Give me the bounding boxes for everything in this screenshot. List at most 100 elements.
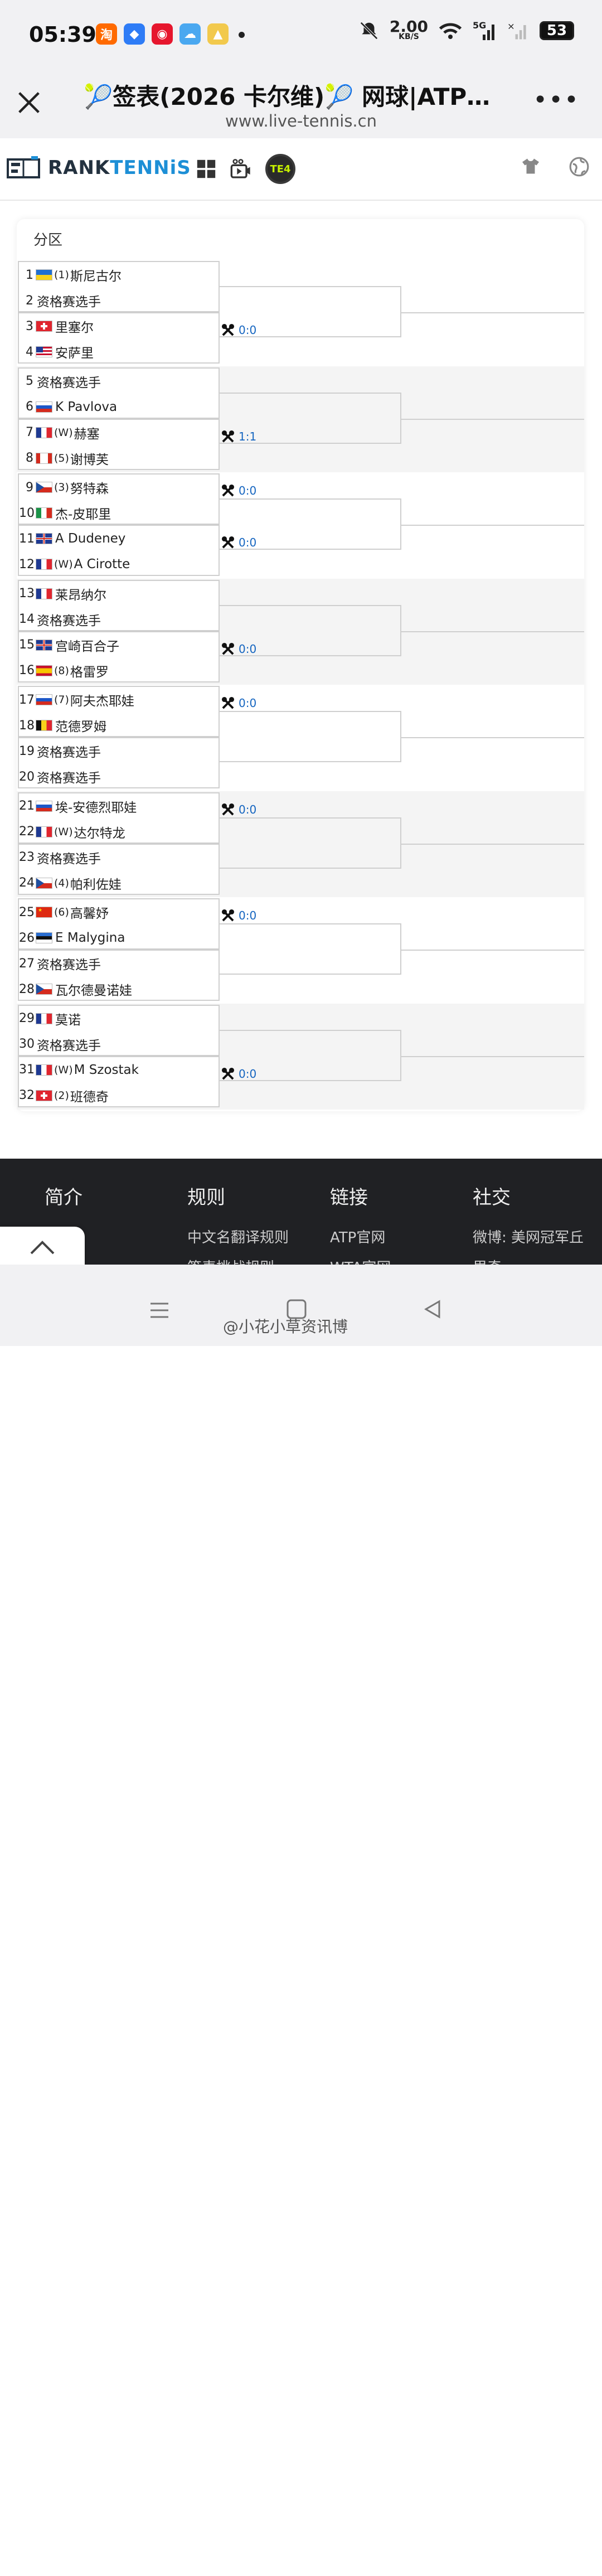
player-name[interactable]: 资格赛选手 — [37, 767, 101, 786]
player-row[interactable]: 22 (W) 达尔特龙 — [19, 819, 219, 845]
footer-link[interactable]: ATP官网 — [330, 1223, 391, 1253]
match-score[interactable]: 0:0 — [221, 323, 256, 337]
scroll-top-button[interactable] — [0, 1227, 85, 1270]
recents-menu-icon[interactable] — [148, 1299, 171, 1321]
player-row[interactable]: 4 安萨里 — [19, 339, 219, 365]
player-name[interactable]: A Dudeney — [55, 531, 125, 546]
player-name[interactable]: M Szostak — [74, 1063, 139, 1077]
player-name[interactable]: 宫崎百合子 — [55, 636, 119, 655]
player-row[interactable]: 19 资格赛选手 — [19, 738, 219, 764]
globe-icon[interactable] — [569, 156, 590, 177]
match-box[interactable]: 27 资格赛选手 28 瓦尔德曼诺娃 — [18, 950, 220, 1001]
match-box[interactable]: 31 (W) M Szostak 32 (2) 班德奇 — [18, 1055, 220, 1108]
site-logo[interactable]: RANKTENNiS — [7, 156, 191, 180]
player-row[interactable]: 18 范德罗姆 — [19, 713, 219, 738]
player-name[interactable]: 资格赛选手 — [37, 372, 101, 391]
player-row[interactable]: 23 资格赛选手 — [19, 845, 219, 870]
player-name[interactable]: E Malygina — [55, 931, 125, 945]
match-score[interactable]: 0:0 — [221, 696, 256, 710]
player-row[interactable]: 28 瓦尔德曼诺娃 — [19, 976, 219, 1002]
player-row[interactable]: 3 里塞尔 — [19, 313, 219, 339]
player-row[interactable]: 9 (3) 努特森 — [19, 474, 219, 500]
match-box[interactable]: 21 埃-安德烈耶娃 22 (W) 达尔特龙 — [18, 792, 220, 844]
player-name[interactable]: K Pavlova — [55, 400, 117, 414]
player-row[interactable]: 17 (7) 阿夫杰耶娃 — [19, 687, 219, 713]
match-box[interactable]: 1 (1) 斯尼古尔 2 资格赛选手 — [18, 261, 220, 312]
player-row[interactable]: 15 宫崎百合子 — [19, 632, 219, 658]
match-box[interactable]: 5 资格赛选手 6 K Pavlova — [18, 367, 220, 419]
match-box[interactable]: 3 里塞尔 4 安萨里 — [18, 312, 220, 364]
match-box[interactable]: 29 莫诺 30 资格赛选手 — [18, 1004, 220, 1057]
player-name[interactable]: 努特森 — [70, 478, 109, 497]
player-name[interactable]: 埃-安德烈耶娃 — [55, 797, 137, 816]
player-name[interactable]: 帕利佐娃 — [70, 874, 122, 893]
player-name[interactable]: 莱昂纳尔 — [55, 584, 106, 603]
player-row[interactable]: 1 (1) 斯尼古尔 — [19, 262, 219, 288]
player-row[interactable]: 6 K Pavlova — [19, 394, 219, 420]
player-name[interactable]: 达尔特龙 — [74, 822, 125, 841]
page-url[interactable]: www.live-tennis.cn — [0, 112, 602, 130]
player-row[interactable]: 20 资格赛选手 — [19, 764, 219, 790]
player-name[interactable]: 资格赛选手 — [37, 291, 101, 310]
footer-link[interactable]: 微博: 美网冠军丘 — [473, 1223, 584, 1253]
player-row[interactable]: 31 (W) M Szostak — [19, 1057, 219, 1083]
match-box[interactable]: 17 (7) 阿夫杰耶娃 18 范德罗姆 — [18, 686, 220, 737]
player-name[interactable]: 杰-皮耶里 — [55, 503, 111, 522]
player-row[interactable]: 30 资格赛选手 — [19, 1032, 219, 1057]
more-menu-icon[interactable]: ••• — [533, 88, 580, 113]
menu-icon[interactable] — [148, 2554, 171, 2576]
match-box[interactable]: 19 资格赛选手 20 资格赛选手 — [18, 737, 220, 788]
player-row[interactable]: 13 莱昂纳尔 — [19, 581, 219, 607]
player-row[interactable]: 2 资格赛选手 — [19, 288, 219, 313]
player-name[interactable]: 谢博芙 — [70, 449, 109, 468]
match-score[interactable]: 0:0 — [221, 483, 256, 498]
player-row[interactable]: 32 (2) 班德奇 — [19, 1083, 219, 1108]
player-name[interactable]: 格雷罗 — [70, 661, 109, 680]
player-row[interactable]: 24 (4) 帕利佐娃 — [19, 870, 219, 896]
match-box[interactable]: 15 宫崎百合子 16 (8) 格雷罗 — [18, 631, 220, 682]
te4-logo[interactable]: TE4 — [265, 154, 295, 184]
match-box[interactable]: 7 (W) 赫塞 8 (5) 谢博芙 — [18, 418, 220, 471]
player-row[interactable]: 29 莫诺 — [19, 1006, 219, 1032]
player-row[interactable]: 14 资格赛选手 — [19, 607, 219, 632]
player-name[interactable]: 斯尼古尔 — [70, 265, 122, 284]
player-name[interactable]: 里塞尔 — [55, 317, 94, 336]
match-box[interactable]: 9 (3) 努特森 10 杰-皮耶里 — [18, 473, 220, 525]
player-row[interactable]: 26 E Malygina — [19, 925, 219, 951]
match-box[interactable]: 13 莱昂纳尔 14 资格赛选手 — [18, 579, 220, 632]
match-score[interactable]: 1:1 — [221, 429, 256, 444]
player-name[interactable]: 范德罗姆 — [55, 716, 106, 735]
player-name[interactable]: 资格赛选手 — [37, 610, 101, 629]
player-name[interactable]: 赫塞 — [74, 423, 100, 442]
footer-link[interactable]: 中文名翻译规则 — [187, 1223, 289, 1253]
player-name[interactable]: 莫诺 — [55, 1009, 81, 1028]
player-name[interactable]: 资格赛选手 — [37, 742, 101, 761]
player-row[interactable]: 27 资格赛选手 — [19, 951, 219, 976]
match-box[interactable]: 25 ★ (6) 高馨妤 26 E Malygina — [18, 898, 220, 950]
player-name[interactable]: 班德奇 — [70, 1086, 109, 1105]
player-row[interactable]: 5 资格赛选手 — [19, 369, 219, 394]
back-triangle-icon[interactable] — [421, 1298, 444, 1320]
match-box[interactable]: 23 资格赛选手 24 (4) 帕利佐娃 — [18, 843, 220, 896]
player-name[interactable]: A Cirotte — [74, 557, 130, 572]
chevron-up-icon[interactable] — [0, 1227, 85, 1270]
player-name[interactable]: 瓦尔德曼诺娃 — [55, 980, 132, 999]
match-score[interactable]: 0:0 — [221, 535, 256, 550]
player-row[interactable]: 7 (W) 赫塞 — [19, 420, 219, 446]
player-name[interactable]: 资格赛选手 — [37, 848, 101, 867]
match-score[interactable]: 0:0 — [221, 642, 256, 656]
player-name[interactable]: 安萨里 — [55, 342, 94, 361]
player-name[interactable]: 阿夫杰耶娃 — [70, 690, 134, 709]
match-score[interactable]: 0:0 — [221, 802, 256, 817]
video-icon[interactable] — [230, 158, 252, 180]
match-score[interactable]: 0:0 — [221, 908, 256, 923]
grid-icon[interactable] — [196, 159, 216, 179]
player-row[interactable]: 8 (5) 谢博芙 — [19, 446, 219, 471]
player-row[interactable]: 21 埃-安德烈耶娃 — [19, 793, 219, 819]
match-score[interactable]: 0:0 — [221, 1067, 256, 1081]
player-name[interactable]: 资格赛选手 — [37, 954, 101, 973]
player-row[interactable]: 12 (W) A Cirotte — [19, 551, 219, 577]
match-box[interactable]: 11 A Dudeney 12 (W) A Cirotte — [18, 525, 220, 576]
player-row[interactable]: 10 杰-皮耶里 — [19, 500, 219, 526]
player-name[interactable]: 高馨妤 — [70, 903, 109, 922]
